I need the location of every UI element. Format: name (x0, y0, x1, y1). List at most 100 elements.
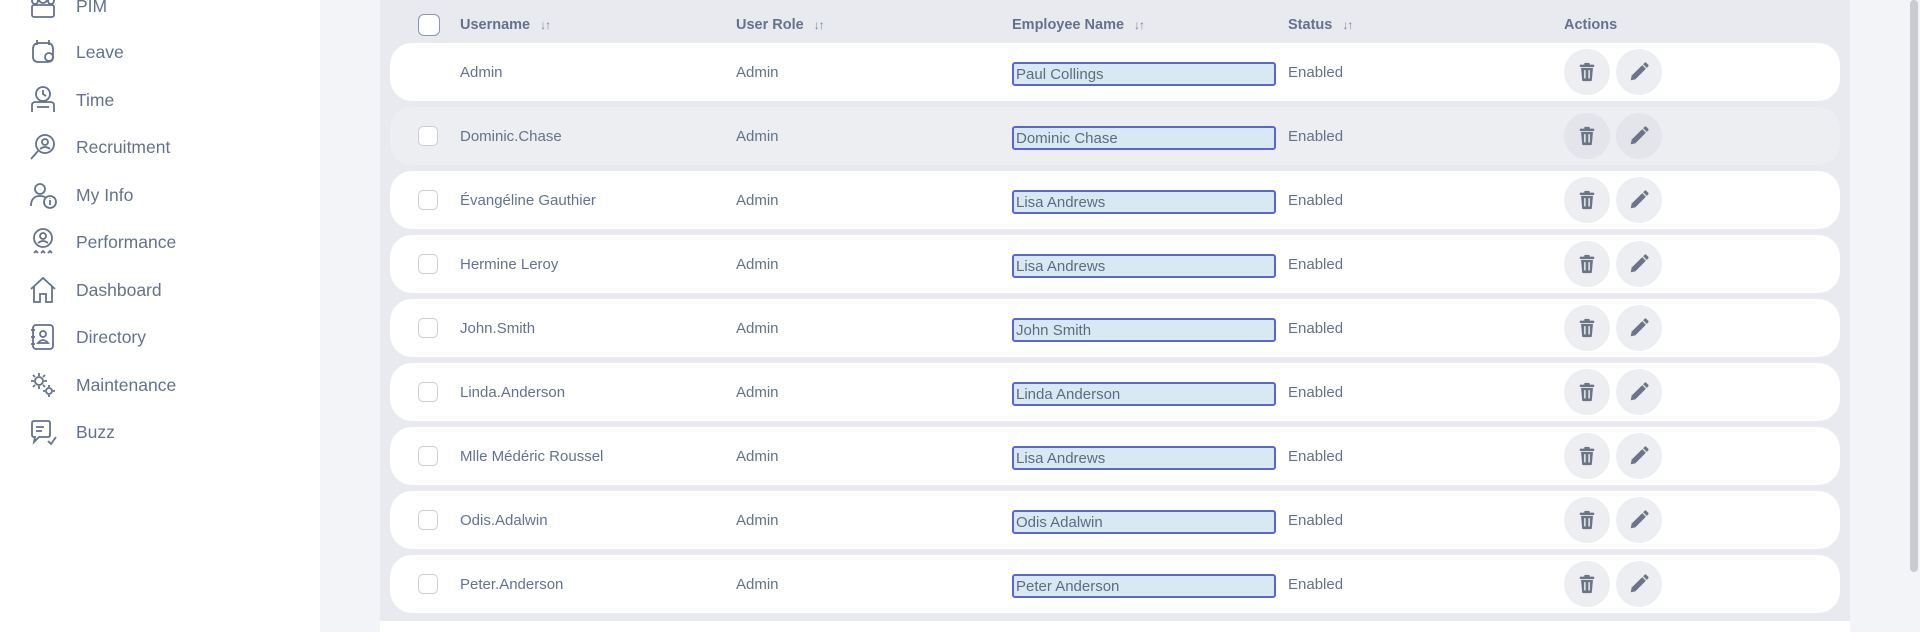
trash-icon (1576, 189, 1598, 211)
delete-button[interactable] (1564, 305, 1610, 351)
delete-button[interactable] (1564, 433, 1610, 479)
edit-button[interactable] (1616, 433, 1662, 479)
sidebar-item-recruitment[interactable]: Recruitment (26, 127, 170, 167)
sidebar-item-directory[interactable]: Directory (26, 317, 146, 357)
trash-icon (1576, 61, 1598, 83)
cell-employee-name: Lisa Andrews (1012, 190, 1276, 214)
time-icon (26, 83, 60, 117)
pim-icon (26, 0, 60, 23)
row-checkbox[interactable] (418, 254, 438, 274)
delete-button[interactable] (1564, 497, 1610, 543)
sidebar-item-label: Time (76, 89, 115, 110)
sort-icon[interactable]: ↓↑ (540, 18, 551, 32)
cell-employee-name: Lisa Andrews (1012, 446, 1276, 470)
cell-username: Évangéline Gauthier (460, 191, 596, 209)
delete-button[interactable] (1564, 369, 1610, 415)
header-username[interactable]: Username ↓↑ (460, 17, 551, 33)
sidebar-item-dashboard[interactable]: Dashboard (26, 270, 162, 310)
trash-icon (1576, 573, 1598, 595)
table-row[interactable]: John.Smith Admin John Smith Enabled (390, 299, 1840, 357)
sort-icon[interactable]: ↓↑ (1342, 18, 1353, 32)
cell-user-role: Admin (736, 383, 779, 401)
sidebar-item-performance[interactable]: Performance (26, 222, 176, 262)
trash-icon (1576, 253, 1598, 275)
sidebar-item-time[interactable]: Time (26, 80, 114, 120)
table-row[interactable]: Linda.Anderson Admin Linda Anderson Enabled (390, 363, 1840, 421)
table-row[interactable]: Mlle Médéric Roussel Admin Lisa Andrews Ena… (390, 427, 1840, 485)
pencil-icon (1628, 125, 1650, 147)
cell-user-role: Admin (736, 447, 779, 465)
edit-button[interactable] (1616, 305, 1662, 351)
edit-button[interactable] (1616, 369, 1662, 415)
table-row[interactable]: Dominic.Chase Admin Dominic Chase Enabled (390, 107, 1840, 165)
header-employee-name[interactable]: Employee Name ↓↑ (1012, 17, 1145, 33)
dashboard-icon (26, 273, 60, 307)
table-row[interactable]: Évangéline Gauthier Admin Lisa Andrews Enab… (390, 171, 1840, 229)
cell-username: Linda.Anderson (460, 383, 566, 401)
sort-icon[interactable]: ↓↑ (1134, 18, 1145, 32)
row-checkbox[interactable] (418, 190, 438, 210)
edit-button[interactable] (1616, 561, 1662, 607)
delete-button[interactable] (1564, 113, 1610, 159)
leave-icon (26, 35, 60, 69)
sidebar-item-leave[interactable]: Leave (26, 32, 124, 72)
cell-user-role: Admin (736, 255, 779, 273)
pencil-icon (1628, 189, 1650, 211)
row-checkbox[interactable] (418, 382, 438, 402)
row-checkbox[interactable] (418, 318, 438, 338)
scrollbar-thumb[interactable] (1910, 0, 1918, 572)
trash-icon (1576, 509, 1598, 531)
row-checkbox[interactable] (418, 510, 438, 530)
cell-user-role: Admin (736, 127, 779, 145)
sidebar-item-label: Leave (76, 41, 124, 62)
sidebar-item-pim[interactable]: PIM (26, 0, 107, 26)
directory-icon (26, 320, 60, 354)
header-user-role[interactable]: User Role ↓↑ (736, 17, 825, 33)
recruitment-icon (26, 130, 60, 164)
pencil-icon (1628, 317, 1650, 339)
delete-button[interactable] (1564, 561, 1610, 607)
my-info-icon (26, 178, 60, 212)
select-all-checkbox[interactable] (418, 14, 440, 36)
cell-employee-name: Odis Adalwin (1012, 510, 1276, 534)
sidebar: PIM Leave Time Recruitment My Info Perfo… (0, 0, 320, 632)
table-row[interactable]: Hermine Leroy Admin Lisa Andrews Enabled (390, 235, 1840, 293)
sidebar-item-buzz[interactable]: Buzz (26, 412, 115, 452)
sidebar-item-my-info[interactable]: My Info (26, 175, 133, 215)
cell-username: Mlle Médéric Roussel (460, 447, 604, 465)
cell-username: John.Smith (460, 319, 536, 337)
sidebar-item-maintenance[interactable]: Maintenance (26, 365, 176, 405)
edit-button[interactable] (1616, 497, 1662, 543)
table-row[interactable]: Odis.Adalwin Admin Odis Adalwin Enabled (390, 491, 1840, 549)
pencil-icon (1628, 253, 1650, 275)
scrollbar[interactable] (1908, 0, 1920, 632)
sort-icon[interactable]: ↓↑ (814, 18, 825, 32)
sidebar-item-label: Recruitment (76, 136, 171, 157)
header-status[interactable]: Status ↓↑ (1288, 17, 1353, 33)
delete-button[interactable] (1564, 177, 1610, 223)
header-label: Status (1288, 17, 1333, 33)
trash-icon (1576, 317, 1598, 339)
edit-button[interactable] (1616, 177, 1662, 223)
row-checkbox[interactable] (418, 574, 438, 594)
table-row[interactable]: Peter.Anderson Admin Peter Anderson Enabled (390, 555, 1840, 613)
cell-status: Enabled (1288, 63, 1344, 81)
row-checkbox[interactable] (418, 446, 438, 466)
cell-user-role: Admin (736, 319, 779, 337)
cell-status: Enabled (1288, 255, 1344, 273)
cell-status: Enabled (1288, 511, 1344, 529)
sidebar-item-label: PIM (76, 0, 108, 16)
table-row[interactable]: Admin Admin Paul Collings Enabled (390, 43, 1840, 101)
edit-button[interactable] (1616, 49, 1662, 95)
header-actions: Actions (1564, 17, 1617, 33)
edit-button[interactable] (1616, 241, 1662, 287)
table-header: Username ↓↑ User Role ↓↑ Employee Name ↓… (380, 8, 1850, 42)
cell-username: Odis.Adalwin (460, 511, 548, 529)
sidebar-item-label: Buzz (76, 421, 115, 442)
trash-icon (1576, 381, 1598, 403)
delete-button[interactable] (1564, 49, 1610, 95)
table-footer (380, 621, 1850, 632)
delete-button[interactable] (1564, 241, 1610, 287)
row-checkbox[interactable] (418, 126, 438, 146)
edit-button[interactable] (1616, 113, 1662, 159)
